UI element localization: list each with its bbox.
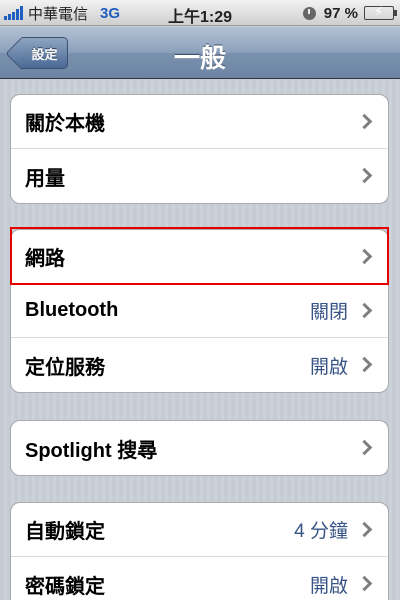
row-label: 定位服務 [25,356,105,379]
status-right: 97 % ⚡ [302,3,397,23]
chevron-right-icon [356,167,373,184]
chevron-right-icon [356,113,373,130]
row-label: 用量 [25,167,65,190]
group-network: 網路 Bluetooth 關閉 定位服務 開啟 [10,229,389,393]
rotation-lock-icon [302,6,316,20]
row-spotlight-search[interactable]: Spotlight 搜尋 [11,421,388,475]
row-network[interactable]: 網路 [11,230,388,284]
row-label: 密碼鎖定 [25,575,105,598]
row-usage[interactable]: 用量 [11,149,388,203]
battery-icon: ⚡ [364,5,397,20]
group-spotlight: Spotlight 搜尋 [10,420,389,476]
status-bar: 中華電信 3G 上午1:29 97 % ⚡ [0,0,400,26]
passcode-lock-value: 開啟 [309,575,348,597]
location-status: 開啟 [309,356,348,378]
chevron-right-icon [356,439,373,456]
row-label: Bluetooth [25,299,119,321]
row-label: 自動鎖定 [25,521,105,543]
row-label: 網路 [25,248,65,270]
row-label: 關於本機 [25,113,105,135]
navigation-bar: 設定 一般 [0,27,400,79]
row-location-services[interactable]: 定位服務 開啟 [11,338,388,392]
auto-lock-value: 4 分鐘 [294,521,348,542]
chevron-right-icon [356,521,373,538]
group-lock: 自動鎖定 4 分鐘 密碼鎖定 開啟 [10,502,389,600]
chevron-right-icon [356,575,373,592]
row-passcode-lock[interactable]: 密碼鎖定 開啟 [11,557,388,600]
chevron-right-icon [356,302,373,319]
row-about[interactable]: 關於本機 [11,95,388,149]
group-about: 關於本機 用量 [10,94,389,204]
back-button[interactable]: 設定 [22,37,68,69]
bluetooth-status: 關閉 [309,302,348,323]
chevron-right-icon [356,248,373,265]
row-bluetooth[interactable]: Bluetooth 關閉 [11,284,388,338]
chevron-right-icon [356,356,373,373]
row-auto-lock[interactable]: 自動鎖定 4 分鐘 [11,503,388,557]
row-label: Spotlight 搜尋 [25,439,158,462]
battery-percent: 97 % [323,4,358,22]
